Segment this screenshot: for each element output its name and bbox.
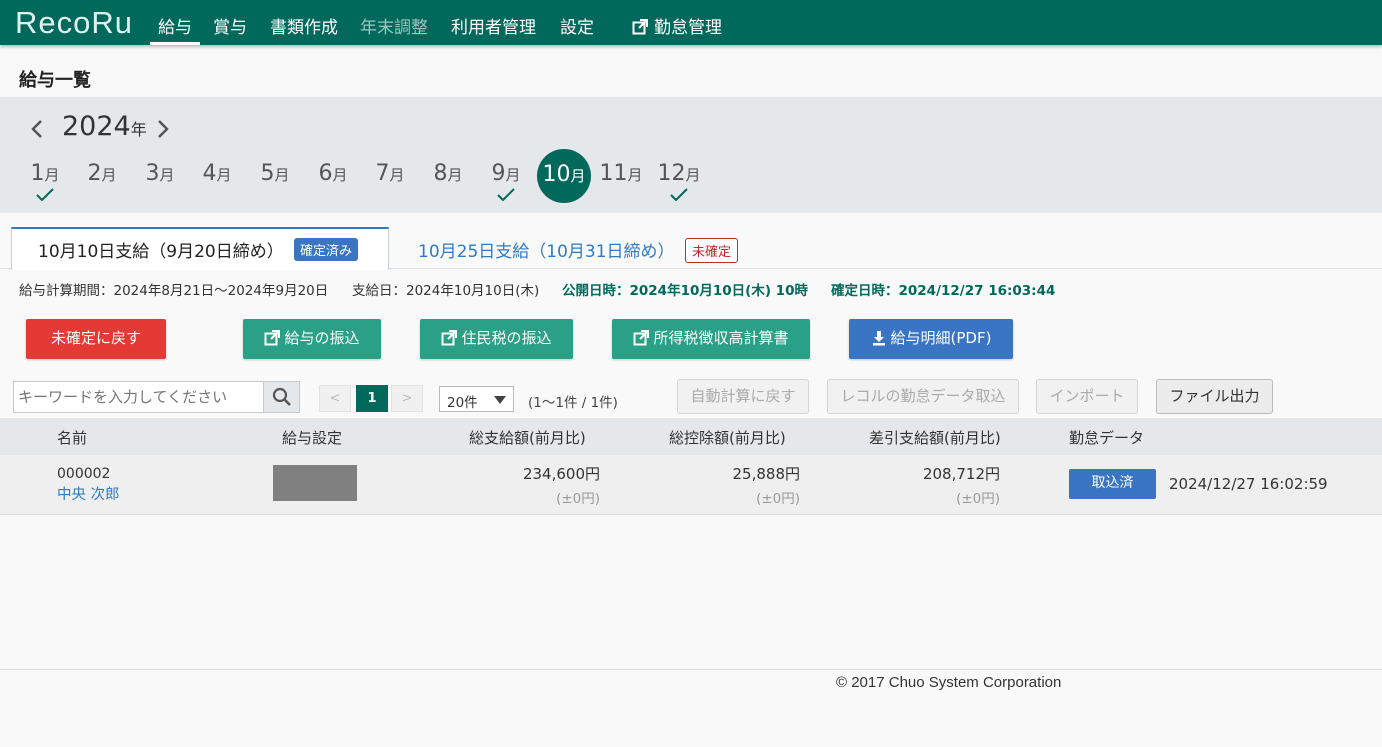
month-11[interactable]: 11月 (594, 159, 648, 213)
top-navbar: RecoRu 給与 賞与 書類作成 年末調整 利用者管理 設定 勤怠管理 (0, 0, 1382, 45)
employee-name-link[interactable]: 中央 次郎 (57, 483, 120, 504)
employee-number: 000002 (57, 466, 111, 482)
revert-unconfirmed-button[interactable]: 未確定に戻す (26, 319, 166, 359)
col-net: 差引支給額(前月比) (869, 429, 1001, 447)
col-deduction: 総控除額(前月比) (669, 429, 786, 447)
month-2[interactable]: 2月 (75, 159, 129, 213)
deduction-amount: 25,888円 (732, 465, 801, 483)
confirmed-at: 確定日時：2024/12/27 16:03:44 (831, 283, 1056, 299)
table-row: 000002 中央 次郎 234,600円 (±0円) 25,888円 (±0円… (0, 455, 1382, 515)
payslip-pdf-button[interactable]: 給与明細(PDF) (849, 319, 1013, 359)
nav-item-attendance-label: 勤怠管理 (654, 18, 722, 38)
gross-diff: (±0円) (556, 491, 600, 507)
month-7[interactable]: 7月 (363, 159, 417, 213)
nav-item-year-end-adjustment[interactable]: 年末調整 (360, 13, 428, 38)
status-badge-unconfirmed: 未確定 (685, 238, 739, 263)
nav-item-bonus[interactable]: 賞与 (213, 13, 247, 38)
nav-item-documents[interactable]: 書類作成 (270, 13, 338, 38)
col-salary-setting: 給与設定 (282, 429, 343, 447)
attendance-import-time: 2024/12/27 16:02:59 (1169, 475, 1328, 493)
month-3[interactable]: 3月 (133, 159, 187, 213)
external-link-icon (632, 19, 648, 35)
auto-calc-revert-button[interactable]: 自動計算に戻す (677, 379, 809, 414)
search-input[interactable] (13, 381, 264, 413)
import-button[interactable]: インポート (1036, 379, 1138, 414)
nav-active-indicator (150, 42, 200, 45)
app-logo[interactable]: RecoRu (15, 5, 133, 41)
recoru-attendance-import-button[interactable]: レコルの勤怠データ取込 (827, 379, 1019, 414)
file-export-button[interactable]: ファイル出力 (1156, 379, 1273, 414)
calc-period: 給与計算期間：2024年8月21日～2024年9月20日 (19, 283, 329, 299)
footer-copyright: © 2017 Chuo System Corporation (836, 674, 1062, 691)
result-count: (1～1件 / 1件) (528, 395, 618, 411)
net-amount: 208,712円 (922, 465, 1000, 483)
chevron-left-icon[interactable] (30, 119, 44, 139)
resident-tax-transfer-button[interactable]: 住民税の振込 (420, 319, 573, 359)
attendance-imported-button[interactable]: 取込済 (1069, 469, 1156, 499)
tab-payday-2-label[interactable]: 10月25日支給（10月31日締め） (418, 237, 675, 262)
payday: 支給日：2024年10月10日(木) (352, 283, 540, 299)
search-button[interactable] (263, 381, 300, 413)
month-12[interactable]: 12月 (652, 159, 706, 213)
salary-setting-redacted (273, 465, 357, 501)
pagination-page-1[interactable]: 1 (356, 385, 388, 412)
pagination-next[interactable]: > (391, 385, 423, 412)
page-title: 給与一覧 (19, 70, 91, 91)
caret-down-icon (494, 396, 506, 404)
nav-item-user-management[interactable]: 利用者管理 (451, 13, 536, 38)
month-5[interactable]: 5月 (248, 159, 302, 213)
pagination-prev[interactable]: < (319, 385, 351, 412)
gross-amount: 234,600円 (522, 465, 600, 483)
download-icon (872, 331, 885, 346)
check-icon (670, 188, 688, 201)
withholding-calc-button[interactable]: 所得税徴収高計算書 (612, 319, 810, 359)
col-name: 名前 (57, 429, 88, 447)
salary-transfer-button[interactable]: 給与の振込 (243, 319, 381, 359)
table-header: 名前 給与設定 総支給額(前月比) 総控除額(前月比) 差引支給額(前月比) 勤… (0, 418, 1382, 455)
nav-item-settings[interactable]: 設定 (560, 13, 594, 38)
month-1[interactable]: 1月 (18, 159, 72, 213)
search-icon (272, 387, 291, 406)
external-link-icon (264, 330, 281, 346)
col-attendance: 勤怠データ (1069, 429, 1145, 447)
year-display: 2024年 (62, 111, 147, 142)
check-icon (36, 188, 54, 201)
col-gross: 総支給額(前月比) (469, 429, 586, 447)
external-link-icon (633, 330, 650, 346)
month-6[interactable]: 6月 (306, 159, 360, 213)
per-page-select[interactable]: 20件 (439, 386, 514, 412)
nav-item-salary[interactable]: 給与 (158, 13, 192, 38)
tab-payday-1-label[interactable]: 10月10日支給（9月20日締め） (38, 237, 284, 262)
nav-item-attendance-external[interactable]: 勤怠管理 (632, 13, 722, 38)
footer-divider (0, 669, 1382, 670)
month-10-selected[interactable]: 10月 (537, 149, 591, 203)
month-9[interactable]: 9月 (479, 159, 533, 213)
month-4[interactable]: 4月 (190, 159, 244, 213)
published-at: 公開日時：2024年10月10日(木) 10時 (562, 283, 808, 299)
chevron-right-icon[interactable] (156, 119, 170, 139)
month-8[interactable]: 8月 (421, 159, 475, 213)
status-badge-confirmed: 確定済み (294, 238, 359, 261)
external-link-icon (441, 330, 458, 346)
net-diff: (±0円) (956, 491, 1000, 507)
deduction-diff: (±0円) (756, 491, 800, 507)
check-icon (497, 188, 515, 201)
month-selector: 2024年 1月 2月 3月 4月 5月 6月 7月 8月 9月 10月 11月… (0, 97, 1382, 213)
